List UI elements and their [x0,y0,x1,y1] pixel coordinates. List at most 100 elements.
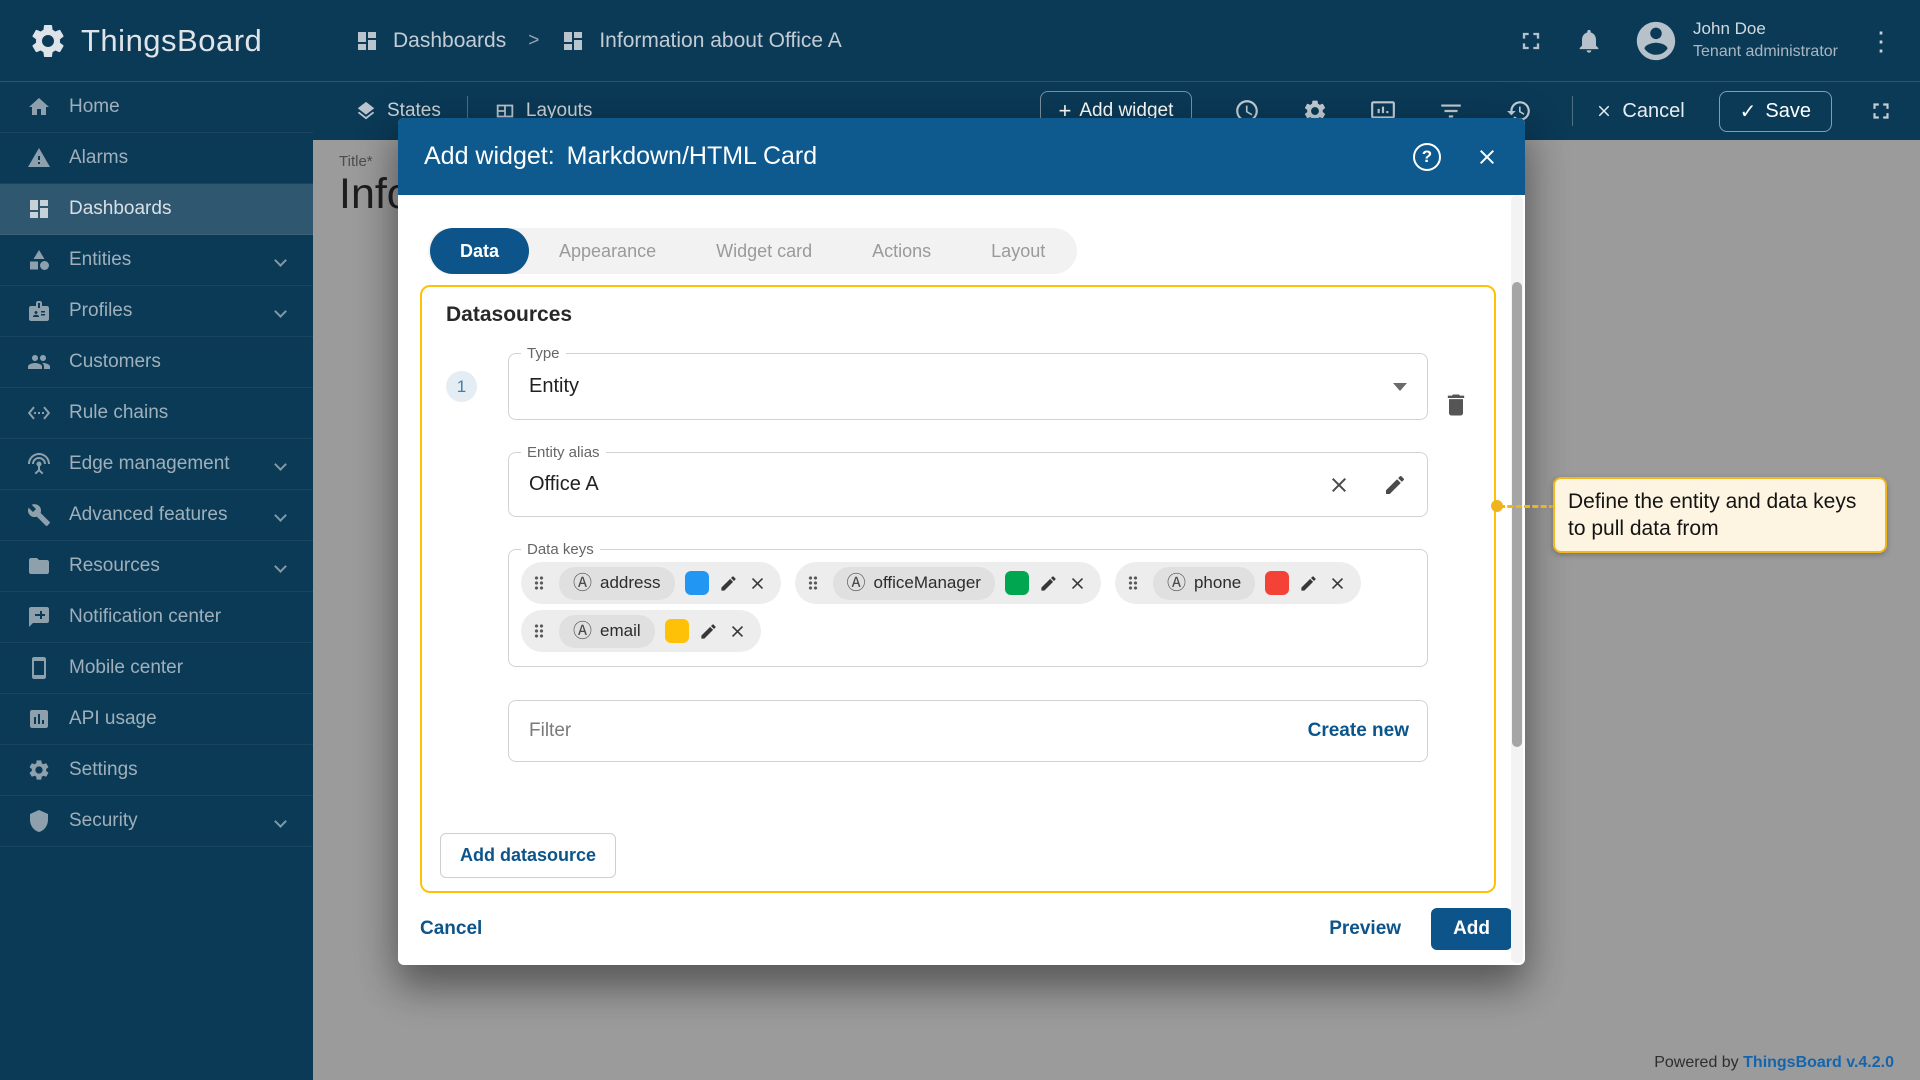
edit-key-pencil-icon[interactable] [699,622,718,641]
drag-handle-icon[interactable] [803,573,823,593]
resources-folder-icon [27,554,51,578]
version-link[interactable]: ThingsBoard v.4.2.0 [1743,1054,1894,1071]
data-keys-field[interactable]: Data keys Ⓐ address Ⓐ officeManager Ⓐ ph… [508,541,1428,667]
edit-alias-pencil-icon[interactable] [1383,473,1407,497]
datasource-index-badge: 1 [446,371,477,402]
key-name-pill: Ⓐ officeManager [832,566,995,600]
edit-key-pencil-icon[interactable] [1039,574,1058,593]
sidebar-item-mobile-center[interactable]: Mobile center [0,643,313,694]
entity-alias-field[interactable]: Entity alias Office A [508,444,1428,517]
dialog-scrollbar-thumb[interactable] [1512,282,1522,747]
sidebar-item-advanced-features[interactable]: Advanced features [0,490,313,541]
app-logo[interactable]: ThingsBoard [0,21,313,61]
drag-handle-icon[interactable] [1123,573,1143,593]
sidebar-item-edge-management[interactable]: Edge management [0,439,313,490]
close-x-icon [1595,102,1613,120]
clear-alias-x-icon[interactable] [1327,473,1351,497]
customers-people-icon [27,350,51,374]
edit-cancel-button[interactable]: Cancel [1595,100,1685,123]
remove-key-x-icon[interactable] [728,622,747,641]
notification-center-icon [27,605,51,629]
breadcrumb-separator: > [528,29,540,51]
add-widget-dialog: Add widget: Markdown/HTML Card ? Data App… [398,118,1525,965]
security-shield-icon [27,809,51,833]
notifications-bell-icon[interactable] [1575,27,1603,55]
datasource-type-select[interactable]: Type Entity [508,345,1428,420]
data-key-chip-phone[interactable]: Ⓐ phone [1114,562,1362,604]
chevron-down-icon [274,508,287,522]
dashboard-icon [27,197,51,221]
breadcrumb-dashboards[interactable]: Dashboards [393,29,506,53]
tooltip-anchor-dot [1491,500,1503,512]
key-color-swatch[interactable] [1265,571,1290,595]
drag-handle-icon[interactable] [529,573,549,593]
sidebar-item-resources[interactable]: Resources [0,541,313,592]
drag-handle-icon[interactable] [529,621,549,641]
user-name: John Doe [1693,19,1766,39]
api-usage-chart-icon [27,707,51,731]
sidebar-item-security[interactable]: Security [0,796,313,847]
create-new-filter-link[interactable]: Create new [1308,720,1409,742]
tab-widget-card[interactable]: Widget card [686,228,842,274]
sidebar-item-alarms[interactable]: Alarms [0,133,313,184]
fullscreen-icon[interactable] [1517,27,1545,55]
fullscreen-icon[interactable] [1868,98,1894,124]
dialog-add-button[interactable]: Add [1431,908,1512,950]
preview-button[interactable]: Preview [1329,918,1401,940]
close-dialog-icon[interactable] [1475,145,1499,169]
dropdown-caret-icon [1393,382,1407,391]
sidebar-item-dashboards[interactable]: Dashboards [0,184,313,235]
sidebar: Home Alarms Dashboards Entities Profiles… [0,82,313,1080]
tab-layout[interactable]: Layout [961,228,1075,274]
dashboard-icon [561,29,585,53]
sidebar-item-home[interactable]: Home [0,82,313,133]
user-menu[interactable]: John Doe Tenant administrator [1633,18,1838,64]
edit-key-pencil-icon[interactable] [719,574,738,593]
key-color-swatch[interactable] [1004,571,1029,595]
rule-chains-icon [27,401,51,425]
tab-data[interactable]: Data [430,228,530,274]
sidebar-item-rule-chains[interactable]: Rule chains [0,388,313,439]
guide-tooltip: Define the entity and data keys to pull … [1553,477,1887,553]
data-key-chip-address[interactable]: Ⓐ address [521,562,781,604]
remove-key-x-icon[interactable] [1068,574,1087,593]
help-icon[interactable]: ? [1413,142,1441,171]
mobile-phone-icon [27,656,51,680]
kebab-menu-icon[interactable]: ⋮ [1868,28,1894,54]
delete-datasource-trash-icon[interactable] [1442,391,1470,419]
sidebar-item-profiles[interactable]: Profiles [0,286,313,337]
dialog-footer: Cancel Preview Add [398,893,1525,965]
sidebar-item-entities[interactable]: Entities [0,235,313,286]
filter-input[interactable] [529,720,1308,742]
app-name: ThingsBoard [81,22,263,58]
edge-antenna-icon [27,452,51,476]
remove-key-x-icon[interactable] [1328,574,1347,593]
key-color-swatch[interactable] [684,571,709,595]
sidebar-item-settings[interactable]: Settings [0,745,313,796]
filter-field: Create new [508,700,1428,762]
tab-actions[interactable]: Actions [842,228,961,274]
breadcrumb-current-dashboard[interactable]: Information about Office A [599,29,841,53]
profiles-badge-icon [27,299,51,323]
type-label: Type [521,345,566,362]
sidebar-item-api-usage[interactable]: API usage [0,694,313,745]
type-value: Entity [529,375,580,397]
chevron-down-icon [274,559,287,573]
key-color-swatch[interactable] [664,619,689,643]
chevron-down-icon [274,253,287,267]
thingsboard-logo-icon [28,21,68,61]
remove-key-x-icon[interactable] [748,574,767,593]
edit-key-pencil-icon[interactable] [1299,574,1318,593]
entities-category-icon [27,248,51,272]
data-key-chip-email[interactable]: Ⓐ email [521,610,761,652]
sidebar-item-customers[interactable]: Customers [0,337,313,388]
tab-appearance[interactable]: Appearance [529,228,686,274]
sidebar-item-notification-center[interactable]: Notification center [0,592,313,643]
check-icon: ✓ [1739,100,1757,123]
add-datasource-button[interactable]: Add datasource [440,833,617,878]
dialog-cancel-button[interactable]: Cancel [420,918,482,940]
key-name-pill: Ⓐ email [559,614,655,648]
chevron-down-icon [274,814,287,828]
data-key-chip-officeManager[interactable]: Ⓐ officeManager [794,562,1101,604]
save-button[interactable]: ✓ Save [1718,90,1832,132]
